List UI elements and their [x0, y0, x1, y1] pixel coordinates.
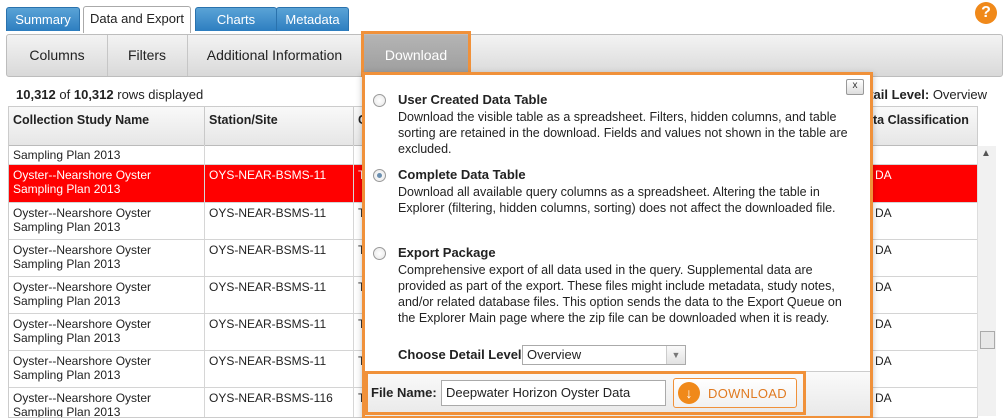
- rows-suffix-label: rows displayed: [117, 87, 204, 102]
- radio-user-created-table[interactable]: [373, 94, 386, 107]
- sub-tab-bar: Columns Filters Additional Information D…: [6, 34, 1003, 77]
- cell-study: Oyster--Nearshore Oyster Sampling Plan 2…: [9, 165, 205, 202]
- tab-summary[interactable]: Summary: [6, 7, 80, 31]
- cell-station: [205, 145, 354, 164]
- cell-station: OYS-NEAR-BSMS-11: [205, 277, 354, 313]
- detail-level-select[interactable]: Overview ▼: [522, 345, 686, 365]
- option-description: Download the visible table as a spreadsh…: [398, 110, 848, 156]
- cell-classification: DA: [875, 354, 892, 368]
- cell-station: OYS-NEAR-BSMS-11: [205, 165, 354, 202]
- file-name-label: File Name:: [371, 385, 437, 400]
- chevron-down-icon[interactable]: ▼: [666, 346, 685, 364]
- download-button[interactable]: ↓ DOWNLOAD: [673, 378, 797, 408]
- download-tab-highlight: [361, 31, 471, 77]
- download-footer: File Name: Deepwater Horizon Oyster Data…: [365, 371, 870, 416]
- rows-of-label: of: [59, 87, 71, 102]
- subtab-filters[interactable]: Filters: [107, 35, 188, 76]
- download-button-label: DOWNLOAD: [708, 386, 787, 401]
- cell-station: OYS-NEAR-BSMS-11: [205, 203, 354, 239]
- col-header-study[interactable]: Collection Study Name: [9, 107, 205, 145]
- radio-complete-data-table[interactable]: [373, 169, 386, 182]
- subtab-columns[interactable]: Columns: [7, 35, 108, 76]
- cell-station: OYS-NEAR-BSMS-11: [205, 240, 354, 276]
- col-header-station[interactable]: Station/Site: [205, 107, 354, 145]
- subtab-additional-information[interactable]: Additional Information: [187, 35, 363, 76]
- tab-data-and-export[interactable]: Data and Export: [83, 6, 191, 33]
- scroll-thumb[interactable]: [980, 331, 995, 349]
- rows-total-count: 10,312: [73, 87, 114, 102]
- cell-station: OYS-NEAR-BSMS-116: [205, 388, 354, 417]
- cell-classification: DA: [875, 206, 892, 220]
- cell-classification: DA: [875, 391, 892, 405]
- cell-study: Oyster--Nearshore Oyster Sampling Plan 2…: [9, 314, 205, 350]
- cell-study: Oyster--Nearshore Oyster Sampling Plan 2…: [9, 351, 205, 387]
- detail-level-value: Overview: [932, 87, 987, 102]
- detail-level-selected: Overview: [527, 347, 582, 362]
- cell-classification: DA: [875, 168, 892, 182]
- scroll-up-arrow-icon[interactable]: ▲: [981, 148, 991, 159]
- cell-study: Oyster--Nearshore Oyster Sampling Plan 2…: [9, 277, 205, 313]
- option-description: Comprehensive export of all data used in…: [398, 263, 842, 325]
- help-icon[interactable]: ?: [975, 2, 997, 24]
- close-icon[interactable]: x: [846, 79, 864, 95]
- option-title: Complete Data Table: [398, 167, 526, 182]
- cell-study: Oyster--Nearshore Oyster Sampling Plan 2…: [9, 203, 205, 239]
- cell-classification: DA: [875, 243, 892, 257]
- cell-station: OYS-NEAR-BSMS-11: [205, 351, 354, 387]
- option-title: User Created Data Table: [398, 92, 548, 107]
- cell-station: OYS-NEAR-BSMS-11: [205, 314, 354, 350]
- tab-metadata[interactable]: Metadata: [276, 7, 349, 31]
- tab-charts[interactable]: Charts: [195, 7, 277, 31]
- cell-study: Sampling Plan 2013: [9, 145, 205, 164]
- rows-displayed: 10,312 of 10,312 rows displayed: [16, 87, 203, 102]
- cell-classification: DA: [875, 317, 892, 331]
- detail-level-indicator: tail Level: Overview: [869, 87, 987, 102]
- cell-classification: DA: [875, 280, 892, 294]
- table-scrollbar[interactable]: ▲: [977, 146, 996, 416]
- download-arrow-icon: ↓: [678, 382, 700, 404]
- file-name-input[interactable]: Deepwater Horizon Oyster Data: [441, 380, 666, 406]
- detail-level-label: tail Level:: [869, 87, 930, 102]
- cell-study: Oyster--Nearshore Oyster Sampling Plan 2…: [9, 388, 205, 417]
- option-title: Export Package: [398, 245, 496, 260]
- detail-level-label: Choose Detail Level:: [398, 347, 526, 362]
- download-options-panel: x User Created Data Table Download the v…: [362, 72, 873, 418]
- rows-shown-count: 10,312: [16, 87, 56, 102]
- option-description: Download all available query columns as …: [398, 185, 836, 215]
- cell-study: Oyster--Nearshore Oyster Sampling Plan 2…: [9, 240, 205, 276]
- top-tab-bar: Summary Data and Export Charts Metadata …: [0, 0, 1003, 33]
- radio-export-package[interactable]: [373, 247, 386, 260]
- col-header-classification[interactable]: ta Classification: [869, 107, 977, 145]
